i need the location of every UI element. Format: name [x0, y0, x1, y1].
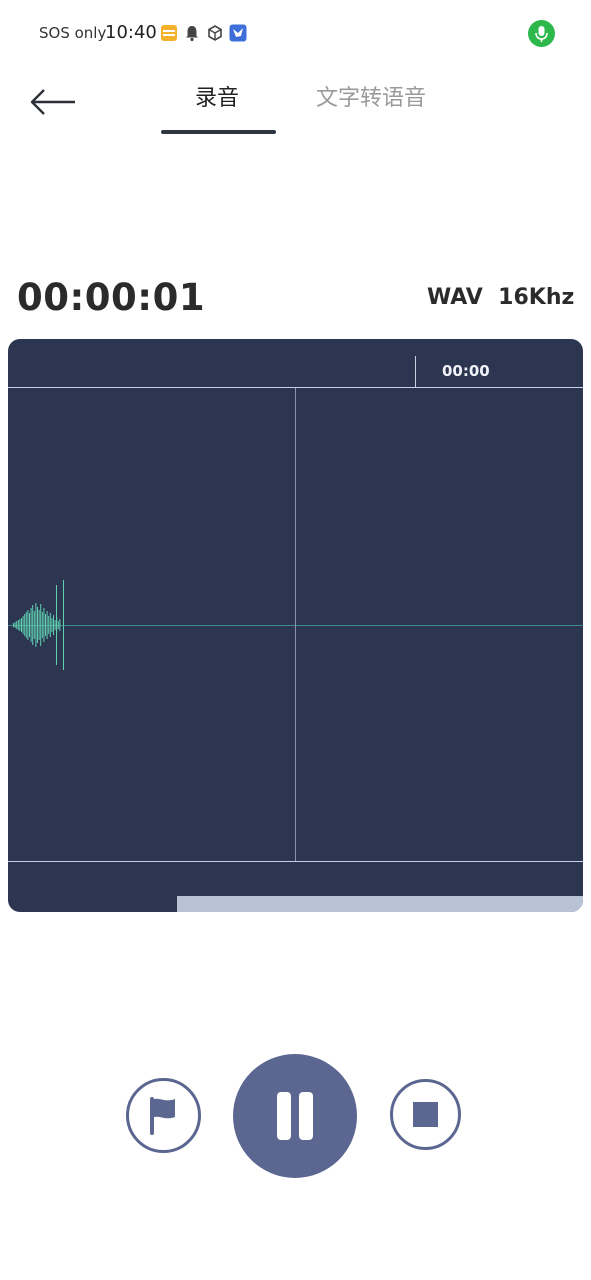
waveform-bar: [22, 616, 24, 634]
waveform-bar: [32, 605, 34, 645]
stop-icon: [413, 1102, 438, 1127]
waveform-bar: [46, 611, 48, 639]
mark-flag-button[interactable]: [126, 1078, 201, 1153]
arrow-left-icon: [30, 89, 75, 115]
waveform-bar: [14, 622, 16, 628]
waveform-bar: [27, 610, 29, 640]
playhead-line: [295, 388, 296, 861]
waveform-bar: [29, 613, 30, 637]
notes-app-icon: [161, 25, 177, 41]
bird-app-icon: [229, 24, 247, 42]
tab-text-to-speech[interactable]: 文字转语音: [316, 80, 426, 112]
waveform-bar: [33, 611, 35, 639]
scroll-progress-bar[interactable]: [177, 896, 583, 912]
waveform-bar: [56, 585, 57, 665]
waveform-bar: [16, 621, 18, 629]
mic-active-icon: [528, 20, 555, 47]
stop-button[interactable]: [390, 1079, 461, 1150]
waveform-bar: [25, 612, 27, 638]
waveform-bar: [19, 619, 21, 631]
waveform-bar: [48, 616, 50, 634]
active-tab-indicator: [161, 130, 276, 134]
waveform-bottom-ruler: [8, 861, 583, 862]
waveform-bar: [17, 620, 19, 630]
flag-icon: [150, 1097, 175, 1135]
waveform-panel[interactable]: 00:00: [8, 339, 583, 912]
waveform-bar: [49, 613, 51, 637]
pause-icon-bar-left: [277, 1092, 291, 1140]
audio-waveform: [13, 580, 64, 670]
carrier-label: SOS only: [39, 24, 107, 42]
waveform-bar: [24, 614, 26, 636]
bell-icon: [186, 26, 198, 42]
waveform-bar: [13, 623, 14, 627]
waveform-bar: [53, 615, 54, 635]
pause-button[interactable]: [233, 1054, 357, 1178]
waveform-bar: [40, 604, 42, 646]
audio-format-label: WAV 16Khz: [427, 285, 575, 310]
waveform-bar: [57, 621, 59, 629]
waveform-bar: [35, 603, 37, 647]
waveform-bar: [59, 619, 61, 631]
tab-record[interactable]: 录音: [195, 80, 239, 112]
waveform-bar: [45, 614, 46, 636]
waveform-bar: [21, 618, 22, 632]
waveform-bar: [51, 618, 53, 632]
timeline-tick: [415, 356, 416, 387]
waveform-bar: [41, 612, 43, 638]
waveform-bar: [30, 608, 32, 642]
timeline-label: 00:00: [442, 362, 490, 380]
back-button[interactable]: [28, 82, 78, 122]
clock: 10:40: [105, 22, 157, 43]
waveform-bar: [43, 608, 45, 642]
waveform-bar: [38, 610, 40, 640]
waveform-bar: [54, 620, 56, 630]
waveform-bar: [63, 580, 64, 670]
package-icon: [208, 25, 222, 41]
waveform-bar: [37, 607, 38, 643]
status-bar: SOS only 10:40: [0, 0, 591, 66]
pause-icon-bar-right: [299, 1092, 313, 1140]
elapsed-timer: 00:00:01: [17, 276, 206, 319]
